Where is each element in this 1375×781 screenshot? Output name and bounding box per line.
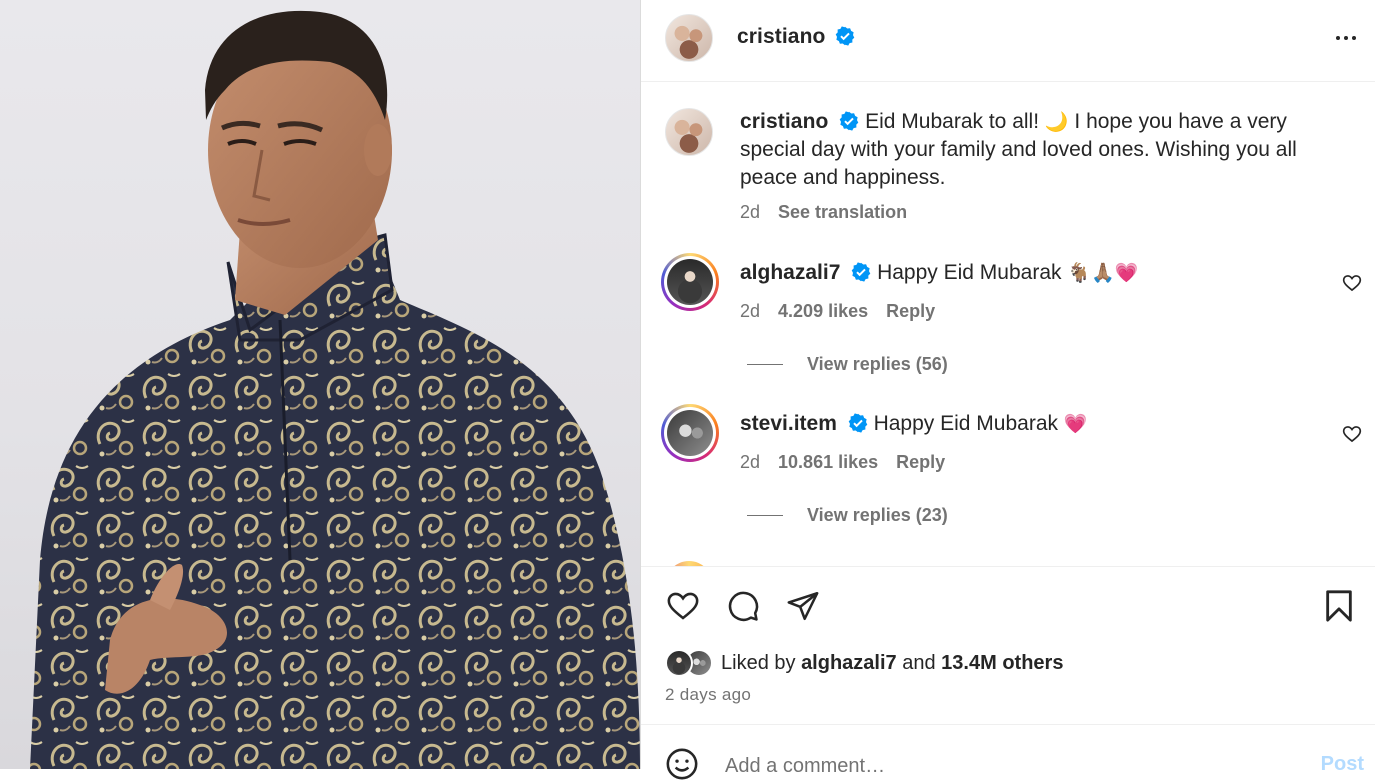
paper-plane-icon[interactable]: [785, 589, 821, 623]
comment-time: 2d: [740, 301, 761, 321]
comment-text: Happy Eid Mubarak: [873, 412, 1059, 435]
comment-meta: 2d 4.209 likes Reply: [740, 301, 935, 322]
post-comment-button[interactable]: Post: [1321, 753, 1364, 776]
caption-owner-avatar[interactable]: [665, 108, 713, 156]
post-image-illustration: [30, 10, 640, 769]
liked-by-joiner: and: [902, 651, 936, 674]
more-options-icon[interactable]: [1332, 26, 1360, 50]
owner-avatar[interactable]: [665, 14, 713, 62]
reply-button[interactable]: Reply: [886, 301, 935, 322]
comment-time: 2d: [740, 452, 761, 472]
view-replies-label: View replies (56): [807, 354, 948, 374]
caption-time: 2d: [740, 202, 761, 222]
add-comment-bar: Post: [641, 724, 1375, 781]
comment-username[interactable]: alghazali7: [740, 261, 840, 284]
caption-body: Eid Mubarak to all!: [865, 110, 1040, 133]
smiley-face-icon[interactable]: [665, 747, 699, 781]
replies-divider: [747, 364, 783, 365]
verified-badge-icon: [851, 262, 871, 282]
heart-icon[interactable]: [665, 589, 701, 623]
liked-by-others[interactable]: 13.4M others: [941, 652, 1063, 675]
bookmark-icon[interactable]: [1324, 589, 1354, 623]
caption-meta: 2d See translation: [740, 202, 907, 223]
view-replies-label: View replies (23): [807, 505, 948, 525]
post-photo[interactable]: [0, 0, 640, 769]
verified-badge-icon: [835, 26, 855, 46]
comment-emojis: 🐐🙏🏽💗: [1067, 262, 1139, 284]
post-details-panel: cristiano cristiano Eid Mubarak to all! …: [640, 0, 1375, 781]
comment-emojis: 💗: [1063, 413, 1088, 435]
comment-likes[interactable]: 4.209 likes: [778, 301, 868, 322]
verified-badge-icon: [848, 413, 868, 433]
owner-username[interactable]: cristiano: [737, 25, 825, 48]
caption-text: cristiano Eid Mubarak to all! 🌙 I hope y…: [740, 108, 1355, 192]
post-timestamp[interactable]: 2 days ago: [665, 685, 751, 705]
comment-like-heart-icon[interactable]: [1342, 424, 1362, 444]
commenter-avatar: [667, 410, 713, 456]
comment-body: stevi.item Happy Eid Mubarak 💗: [740, 410, 1340, 438]
comment-meta: 2d 10.861 likes Reply: [740, 452, 945, 473]
post-actions: Liked by alghazali7 and 13.4M others 2 d…: [641, 566, 1375, 724]
see-translation-link[interactable]: See translation: [778, 202, 907, 223]
liked-by-user[interactable]: alghazali7: [801, 652, 897, 675]
caption-username[interactable]: cristiano: [740, 110, 828, 133]
verified-badge-icon: [839, 111, 859, 131]
view-replies-button[interactable]: View replies (56): [747, 354, 948, 375]
crescent-moon-emoji: 🌙: [1044, 111, 1069, 133]
replies-divider: [747, 515, 783, 516]
view-replies-button[interactable]: View replies (23): [747, 505, 948, 526]
comment-bubble-icon[interactable]: [725, 589, 761, 623]
liker-avatar: [665, 649, 693, 677]
comment-username[interactable]: stevi.item: [740, 412, 837, 435]
commenter-avatar: [667, 259, 713, 305]
comment-avatar-ring[interactable]: [661, 404, 719, 462]
comment-text: Happy Eid Mubarak: [877, 261, 1062, 284]
comment-likes[interactable]: 10.861 likes: [778, 452, 878, 473]
post-header: cristiano: [641, 0, 1375, 82]
reply-button[interactable]: Reply: [896, 452, 945, 473]
comment-input[interactable]: [725, 751, 1285, 781]
comment-like-heart-icon[interactable]: [1342, 273, 1362, 293]
likes-summary: Liked by alghazali7 and 13.4M others: [665, 649, 1063, 677]
comment-avatar-ring[interactable]: [661, 253, 719, 311]
comment-body: alghazali7 Happy Eid Mubarak 🐐🙏🏽💗: [740, 259, 1340, 287]
liked-by-prefix: Liked by: [721, 651, 796, 674]
